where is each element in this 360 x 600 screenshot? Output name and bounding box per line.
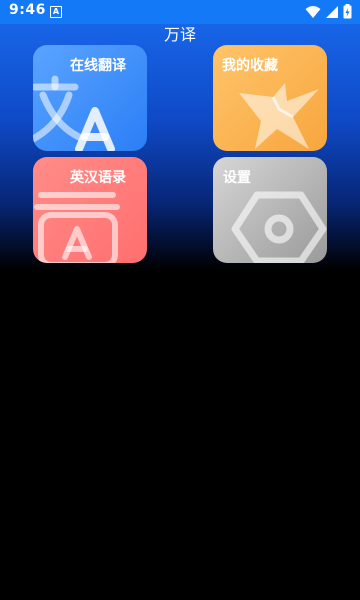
wifi-icon: [305, 5, 321, 18]
tile-quotes[interactable]: 英汉语录: [33, 157, 147, 263]
status-bar: 9:46 A: [0, 0, 360, 24]
status-time: 9:46: [9, 2, 46, 18]
tile-online-translate[interactable]: 在线翻译: [33, 45, 147, 151]
tile-settings[interactable]: 设置: [213, 157, 327, 263]
status-icons: [305, 4, 352, 19]
tile-label: 英汉语录: [70, 170, 126, 186]
tile-label: 在线翻译: [70, 58, 126, 74]
battery-icon: [343, 4, 352, 19]
notification-icon: A: [50, 6, 62, 18]
tile-label: 设置: [223, 170, 251, 186]
app-title: 万译: [163, 25, 196, 44]
tile-favorites[interactable]: 我的收藏: [213, 45, 327, 151]
signal-icon: [326, 5, 338, 18]
tile-label: 我的收藏: [222, 58, 278, 74]
